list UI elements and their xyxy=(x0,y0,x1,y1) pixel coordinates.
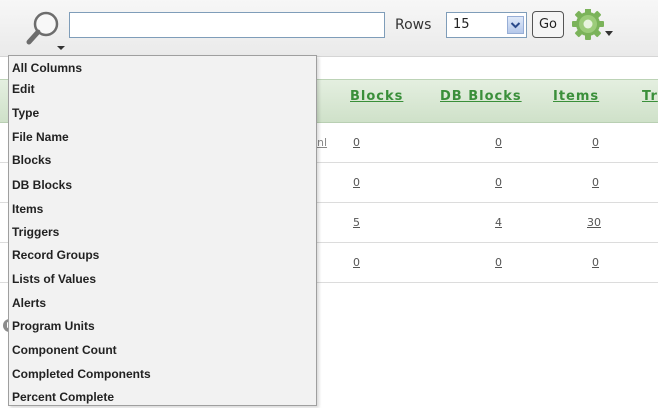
report-toolbar: Rows 15 Go xyxy=(0,0,658,57)
select-arrow-icon[interactable] xyxy=(507,16,524,34)
search-input[interactable] xyxy=(69,12,385,38)
table-cell[interactable]: 0 xyxy=(495,256,502,269)
table-cell[interactable]: 5 xyxy=(353,216,360,229)
menu-item-triggers[interactable]: Triggers xyxy=(9,221,312,243)
menu-item-record-groups[interactable]: Record Groups xyxy=(9,244,312,266)
actions-menu-button[interactable] xyxy=(572,8,620,45)
menu-item-db-blocks[interactable]: DB Blocks xyxy=(9,174,312,196)
menu-item-component-count[interactable]: Component Count xyxy=(9,339,312,361)
column-header-triggers[interactable]: Tr xyxy=(642,89,658,104)
go-button[interactable]: Go xyxy=(532,11,564,38)
menu-item-alerts[interactable]: Alerts xyxy=(9,292,312,314)
menu-item-file-name[interactable]: File Name xyxy=(9,126,312,148)
table-cell[interactable]: 0 xyxy=(495,136,502,149)
column-header-items[interactable]: Items xyxy=(553,89,599,104)
table-cell[interactable]: 0 xyxy=(592,256,599,269)
rows-label: Rows xyxy=(395,17,432,33)
menu-item-edit[interactable]: Edit xyxy=(9,78,312,100)
search-columns-menu: All Columns Edit Type File Name Blocks D… xyxy=(8,55,317,406)
menu-item-lists-of-values[interactable]: Lists of Values xyxy=(9,268,312,290)
table-cell[interactable]: 4 xyxy=(495,216,502,229)
gear-icon xyxy=(572,8,613,40)
dropdown-arrow-icon xyxy=(57,46,65,50)
table-cell[interactable]: 0 xyxy=(495,176,502,189)
rows-select-value: 15 xyxy=(453,17,470,32)
table-cell[interactable]: 0 xyxy=(353,176,360,189)
table-cell[interactable]: 0 xyxy=(592,136,599,149)
menu-item-items[interactable]: Items xyxy=(9,198,312,220)
magnifier-icon xyxy=(26,11,65,50)
column-header-db-blocks[interactable]: DB Blocks xyxy=(440,89,522,104)
search-columns-button[interactable] xyxy=(26,8,70,52)
rows-select[interactable]: 15 xyxy=(446,12,527,38)
menu-item-type[interactable]: Type xyxy=(9,102,312,124)
menu-item-percent-complete[interactable]: Percent Complete xyxy=(9,386,312,408)
menu-item-completed-components[interactable]: Completed Components xyxy=(9,363,312,385)
table-cell[interactable]: 0 xyxy=(353,136,360,149)
menu-item-all-columns[interactable]: All Columns xyxy=(9,57,312,79)
menu-item-blocks[interactable]: Blocks xyxy=(9,149,312,171)
table-cell[interactable]: 30 xyxy=(587,216,601,229)
table-cell-partial[interactable]: nl xyxy=(317,136,327,149)
table-cell[interactable]: 0 xyxy=(592,176,599,189)
menu-item-program-units[interactable]: Program Units xyxy=(9,315,312,337)
table-cell[interactable]: 0 xyxy=(353,256,360,269)
column-header-blocks[interactable]: Blocks xyxy=(350,89,403,104)
